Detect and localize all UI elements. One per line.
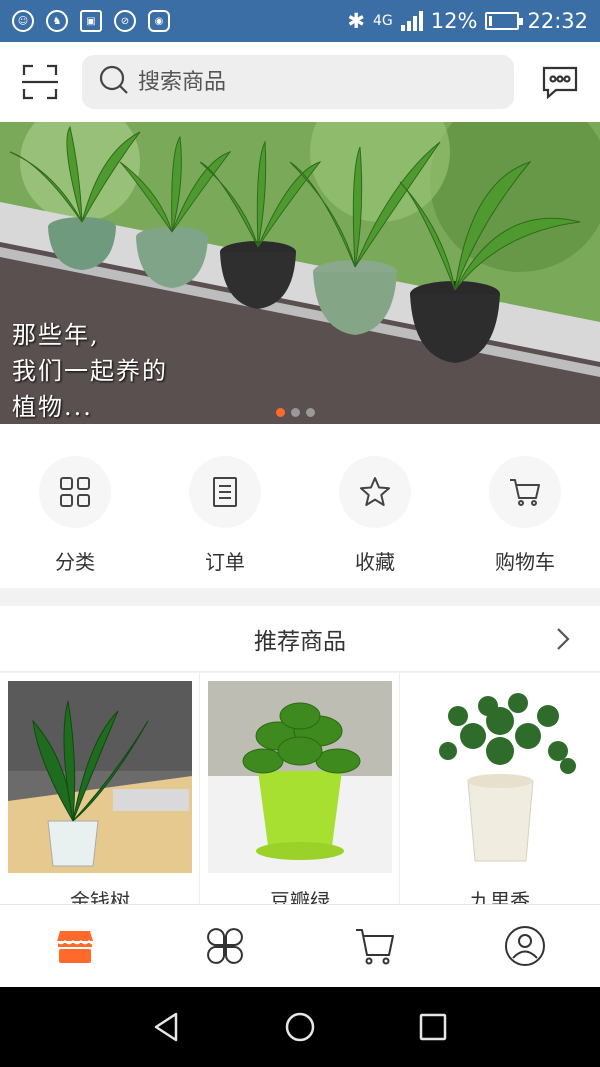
battery-fill <box>489 16 493 26</box>
recommended-header[interactable]: 推荐商品 <box>0 606 600 672</box>
notification-icons: ☺ ♞ ▣ ⊘ ◉ <box>12 10 170 32</box>
search-input[interactable] <box>138 69 498 95</box>
tab-cart[interactable] <box>300 905 450 987</box>
banner-carousel[interactable]: 那些年, 我们一起养的 植物... <box>0 122 600 424</box>
star-icon <box>339 456 411 528</box>
section-title: 推荐商品 <box>254 628 346 655</box>
home-icon[interactable] <box>283 1010 317 1044</box>
carousel-dot[interactable] <box>291 408 300 417</box>
search-icon <box>98 64 130 100</box>
cart-icon <box>489 456 561 528</box>
bluetooth-icon: ✱ <box>347 9 366 33</box>
quick-item-label: 分类 <box>55 550 95 574</box>
app-notification-icon: ♞ <box>46 10 68 32</box>
cart-icon <box>356 929 394 965</box>
order-icon <box>189 456 261 528</box>
image-notification-icon: ▣ <box>80 10 102 32</box>
product-card[interactable]: 金钱树 <box>0 673 200 905</box>
quick-item-label: 订单 <box>205 550 245 574</box>
tab-home[interactable] <box>0 905 150 987</box>
app-notification-icon: ☺ <box>12 10 34 32</box>
app-notification-icon: ⊘ <box>114 10 136 32</box>
clock: 22:32 <box>527 9 588 33</box>
shop-icon <box>56 931 94 963</box>
chevron-right-icon[interactable] <box>554 626 572 652</box>
battery-icon <box>485 12 524 30</box>
banner-caption: 那些年, 我们一起养的 植物... <box>12 317 168 424</box>
product-name: 豆瓣绿 <box>270 889 330 905</box>
quick-item-favorites[interactable]: 收藏 <box>300 424 450 588</box>
carousel-dot[interactable] <box>306 408 315 417</box>
product-card[interactable]: 豆瓣绿 <box>200 673 400 905</box>
back-icon[interactable] <box>150 1010 184 1044</box>
scan-icon[interactable] <box>20 62 60 102</box>
network-type: 4G <box>373 13 393 29</box>
product-name: 九里香 <box>470 889 530 905</box>
banner-caption-line: 那些年, <box>12 321 100 349</box>
signal-icon <box>400 11 423 31</box>
search-box[interactable] <box>82 55 514 109</box>
category-icon <box>207 928 243 964</box>
status-bar: ☺ ♞ ▣ ⊘ ◉ ✱ 4G 12% 22:32 <box>0 0 600 42</box>
carousel-indicator <box>276 408 315 417</box>
banner-caption-line: 植物... <box>12 393 93 421</box>
carousel-dot[interactable] <box>276 408 285 417</box>
product-name: 金钱树 <box>70 889 130 905</box>
quick-item-label: 购物车 <box>495 550 555 574</box>
quick-item-label: 收藏 <box>355 550 395 574</box>
battery-percent: 12% <box>430 9 478 33</box>
banner-caption-line: 我们一起养的 <box>12 357 168 385</box>
grid-icon <box>39 456 111 528</box>
message-icon[interactable] <box>540 62 580 102</box>
tab-category[interactable] <box>150 905 300 987</box>
quick-item-orders[interactable]: 订单 <box>150 424 300 588</box>
product-image <box>408 681 592 873</box>
app-notification-icon: ◉ <box>148 10 170 32</box>
quick-item-cart[interactable]: 购物车 <box>450 424 600 588</box>
bottom-tab-bar <box>0 904 600 987</box>
recents-icon[interactable] <box>416 1010 450 1044</box>
product-image <box>208 681 392 873</box>
quick-menu: 分类 订单 收藏 购物车 <box>0 424 600 588</box>
top-bar <box>0 42 600 122</box>
product-card[interactable]: 九里香 <box>400 673 600 905</box>
system-nav-bar <box>0 987 600 1067</box>
user-icon <box>505 926 545 966</box>
quick-item-category[interactable]: 分类 <box>0 424 150 588</box>
product-list: 金钱树 豆瓣绿 九里香 <box>0 673 600 905</box>
product-image <box>8 681 192 873</box>
tab-profile[interactable] <box>450 905 600 987</box>
